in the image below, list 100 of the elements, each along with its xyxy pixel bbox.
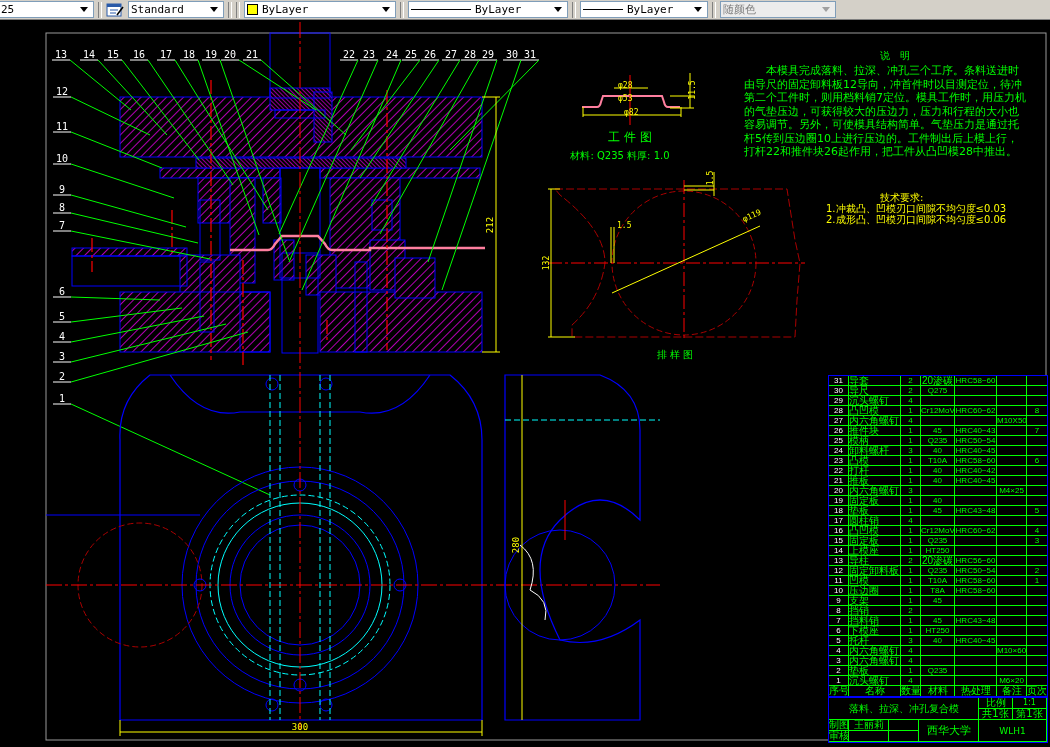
table-cell: 6 — [829, 626, 849, 635]
table-cell: HRC56~60 — [955, 556, 997, 565]
table-cell: 压边圈 — [849, 586, 901, 595]
table-cell: M6×20 — [997, 676, 1027, 685]
table-cell: HRC40~42 — [955, 466, 997, 475]
table-cell: 1 — [901, 506, 921, 515]
table-cell: HRC40~43 — [955, 426, 997, 435]
table-cell-text: 1 — [1033, 576, 1041, 585]
table-cell: 20 — [829, 486, 849, 495]
table-cell: HRC58~60 — [955, 456, 997, 465]
table-cell: 45 — [921, 506, 955, 515]
text-style-dropdown[interactable]: Standard — [128, 1, 224, 18]
table-cell: 内六角螺钉 — [849, 416, 901, 425]
column-header: 名称 — [849, 686, 901, 696]
table-cell: 1 — [901, 576, 921, 585]
table-cell: 2 — [901, 606, 921, 615]
table-cell: 4 — [901, 516, 921, 525]
part-callout: 22 — [278, 49, 359, 235]
table-cell: HRC60~62 — [955, 526, 997, 535]
drawing-caption: 排 样 图 — [656, 349, 694, 360]
table-cell: 45 — [921, 616, 955, 625]
table-cell: HRC58~60 — [955, 576, 997, 585]
table-cell: 14 — [829, 546, 849, 555]
table-cell: HRC40~45 — [955, 446, 997, 455]
dimension-label: φ82 — [624, 108, 639, 117]
linetype-dropdown[interactable]: ByLayer — [408, 1, 568, 18]
column-header: 热处理 — [955, 686, 997, 696]
table-cell: 沉头螺钉 — [849, 676, 901, 685]
table-cell: 4 — [901, 656, 921, 665]
table-cell: 15 — [829, 536, 849, 545]
table-cell: 4 — [829, 646, 849, 655]
table-cell: 卸料螺杆 — [849, 446, 901, 455]
table-cell: 19 — [829, 496, 849, 505]
table-cell: 2 — [829, 666, 849, 675]
table-cell: 导尺 — [849, 386, 901, 395]
table-cell: 5 — [829, 636, 849, 645]
table-cell: Q235 — [921, 566, 955, 575]
table-cell: 1 — [901, 626, 921, 635]
table-cell: 1 — [901, 436, 921, 445]
table-cell: 上模座 — [849, 546, 901, 555]
column-header: 页次 — [1027, 686, 1047, 696]
table-cell: HRC40~45 — [955, 476, 997, 485]
table-cell: 40 — [921, 476, 955, 485]
table-cell: HRC60~62 — [955, 406, 997, 415]
table-cell: 1 — [901, 476, 921, 485]
table-cell: 40 — [921, 446, 955, 455]
dimension-style-dropdown[interactable]: 25 — [0, 1, 94, 18]
empty-cell — [889, 720, 919, 731]
table-cell: 29 — [829, 396, 849, 405]
table-cell: Q235 — [921, 536, 955, 545]
drafter-name: 王丽莉 — [849, 720, 889, 731]
table-cell-text: 8 — [1033, 406, 1041, 415]
table-cell: 31 — [829, 376, 849, 385]
column-header: 材料 — [921, 686, 955, 696]
table-cell: 导柱 — [849, 556, 901, 565]
table-cell: T8A — [921, 586, 955, 595]
table-cell: 4 — [901, 396, 921, 405]
table-cell: 内六角螺钉 — [849, 656, 901, 665]
part-callout: 6 — [52, 286, 161, 301]
table-cell: HT250 — [921, 546, 955, 555]
table-cell: 推件块 — [849, 426, 901, 435]
table-cell: 20渗碳 — [921, 376, 955, 385]
table-cell: 4 — [901, 646, 921, 655]
table-cell: 11 — [829, 576, 849, 585]
checked-by-label: 审核 — [829, 731, 849, 742]
table-cell: HRC43~48 — [955, 506, 997, 515]
table-cell: 1 — [901, 426, 921, 435]
table-cell: 45 — [921, 426, 955, 435]
text-style-icon[interactable] — [106, 1, 124, 18]
table-cell: 40 — [921, 496, 955, 505]
table-cell: 27 — [829, 416, 849, 425]
table-cell: 3 — [901, 486, 921, 495]
table-cell: HT250 — [921, 626, 955, 635]
table-cell: 推板 — [849, 476, 901, 485]
table-cell: 30 — [829, 386, 849, 395]
table-cell: HRC58~60 — [955, 586, 997, 595]
column-header: 序号 — [829, 686, 849, 696]
table-cell: HRC50~54 — [955, 436, 997, 445]
table-cell: 1 — [901, 616, 921, 625]
table-cell: HRC43~48 — [955, 616, 997, 625]
table-cell-text: 2 — [1033, 566, 1041, 575]
table-cell: 1 — [901, 596, 921, 605]
school-name: 西华大学 — [919, 720, 979, 742]
table-cell: 12 — [829, 566, 849, 575]
table-cell: 28 — [829, 406, 849, 415]
table-cell: 挡销 — [849, 606, 901, 615]
table-cell: 固定板 — [849, 536, 901, 545]
table-cell: Cr12MoV — [921, 406, 955, 415]
table-cell: 3 — [901, 446, 921, 455]
table-cell: 1 — [901, 586, 921, 595]
lineweight-dropdown[interactable]: ByLayer — [580, 1, 708, 18]
table-cell: 1 — [901, 496, 921, 505]
table-cell-text: 3 — [1033, 536, 1041, 545]
table-cell: 沉头螺钉 — [849, 396, 901, 405]
table-cell-text: 7 — [1033, 426, 1041, 435]
table-cell: HRC40~45 — [955, 636, 997, 645]
table-cell: 1 — [901, 456, 921, 465]
color-dropdown[interactable]: ByLayer — [244, 1, 396, 18]
scale-label: 比例 — [979, 698, 1013, 709]
table-cell: 3 — [829, 656, 849, 665]
